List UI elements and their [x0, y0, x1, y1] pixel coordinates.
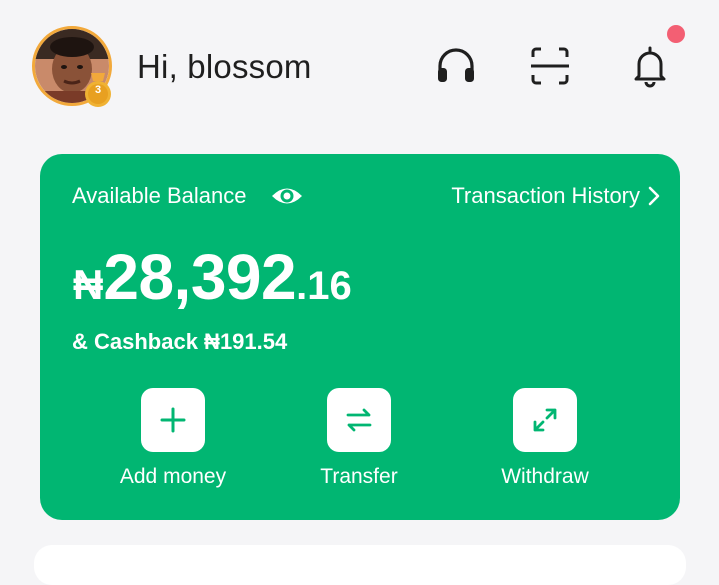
add-money-label: Add money — [119, 465, 227, 488]
next-section-card — [34, 545, 686, 585]
transfer-button[interactable]: Transfer — [289, 388, 429, 498]
balance-whole: 28,392 — [103, 241, 297, 313]
add-money-tile[interactable] — [141, 388, 205, 452]
transfer-label: Transfer — [320, 465, 398, 488]
cashback-text: & Cashback ₦191.54 — [72, 329, 288, 354]
headset-icon[interactable] — [432, 42, 480, 90]
chevron-right-icon[interactable] — [646, 185, 662, 207]
avatar[interactable]: 3 — [32, 26, 113, 109]
withdraw-tile[interactable] — [513, 388, 577, 452]
eye-icon[interactable] — [270, 181, 304, 211]
balance-decimal: .16 — [296, 264, 352, 308]
add-money-button[interactable]: Add money — [103, 388, 243, 498]
greeting-text: Hi, blossom — [137, 48, 312, 85]
withdraw-label: Withdraw — [501, 465, 589, 488]
balance-card: Available Balance Transaction History ₦2… — [40, 154, 680, 520]
expand-arrows-icon — [533, 408, 557, 432]
transaction-history-link[interactable]: Transaction History — [451, 182, 640, 210]
transfer-arrows-icon — [346, 408, 372, 432]
withdraw-button[interactable]: Withdraw — [475, 388, 615, 498]
available-balance-label: Available Balance — [72, 183, 247, 208]
bell-icon[interactable] — [626, 42, 674, 90]
notification-dot — [667, 25, 685, 43]
plus-icon — [160, 407, 186, 433]
level-badge: 3 — [83, 73, 113, 109]
scan-icon[interactable] — [526, 42, 574, 90]
transfer-tile[interactable] — [327, 388, 391, 452]
currency-symbol: ₦ — [73, 261, 104, 308]
level-number: 3 — [94, 84, 102, 96]
balance-amount: ₦28,392.16 — [73, 240, 352, 313]
app-header: 3 Hi, blossom — [0, 0, 719, 130]
